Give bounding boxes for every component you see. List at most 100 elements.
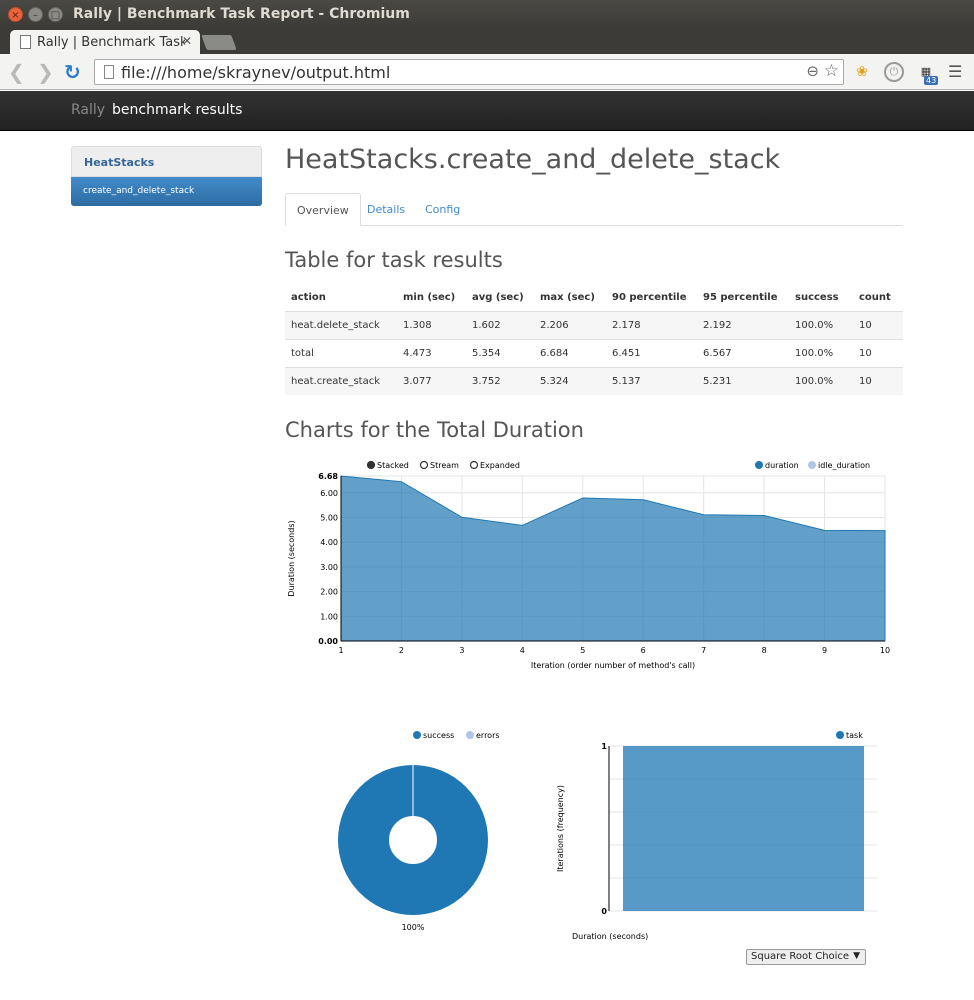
bookmark-star-icon[interactable]: ☆ bbox=[824, 61, 839, 81]
power-extension-icon[interactable]: ⏻ bbox=[884, 62, 904, 82]
table-cell: 1.308 bbox=[397, 310, 466, 339]
tab-config[interactable]: Config bbox=[414, 193, 471, 226]
area-legend-label: duration bbox=[765, 461, 799, 470]
dropdown-caret-icon: ▼ bbox=[853, 951, 860, 961]
address-bar[interactable]: file:///home/skraynev/output.html ⊖ ☆ bbox=[94, 59, 844, 85]
area-y-tick-label: 2.00 bbox=[320, 588, 338, 597]
pie-legend-label: success bbox=[423, 731, 454, 740]
area-legend-label: idle_duration bbox=[818, 461, 870, 470]
menu-icon[interactable]: ☰ bbox=[948, 62, 962, 81]
table-cell: heat.delete_stack bbox=[285, 310, 397, 339]
area-x-tick-label: 10 bbox=[880, 646, 890, 655]
table-cell: 1.602 bbox=[466, 310, 534, 339]
table-header-row: action min (sec) avg (sec) max (sec) 90 … bbox=[285, 284, 903, 312]
area-x-tick-label: 5 bbox=[580, 646, 585, 655]
paw-extension-icon[interactable]: ❀ bbox=[852, 62, 872, 82]
forward-arrow-icon[interactable]: ❯ bbox=[37, 60, 54, 84]
area-legend-swatch bbox=[755, 461, 763, 469]
back-arrow-icon[interactable]: ❮ bbox=[8, 60, 25, 84]
reload-icon[interactable]: ↻ bbox=[64, 60, 81, 84]
table-cell: 100.0% bbox=[789, 310, 853, 339]
area-y-tick-label: 0.00 bbox=[318, 637, 338, 646]
area-x-tick-label: 7 bbox=[701, 646, 706, 655]
table-cell: 2.178 bbox=[606, 310, 697, 339]
pie-slice-success bbox=[338, 765, 488, 915]
window-minimize-icon[interactable]: – bbox=[28, 7, 43, 22]
tab-overview[interactable]: Overview bbox=[285, 193, 361, 226]
table-cell: 6.684 bbox=[534, 338, 606, 367]
page-favicon-icon bbox=[20, 35, 31, 49]
results-table: action min (sec) avg (sec) max (sec) 90 … bbox=[285, 284, 903, 395]
area-x-tick-label: 4 bbox=[520, 646, 525, 655]
table-cell: 100.0% bbox=[789, 366, 853, 395]
table-cell: 2.206 bbox=[534, 310, 606, 339]
area-y-tick-label: 4.00 bbox=[320, 538, 338, 547]
area-control-label: Stream bbox=[430, 461, 459, 470]
table-cell: heat.create_stack bbox=[285, 366, 397, 395]
area-y-tick-label: 5.00 bbox=[320, 513, 338, 522]
table-cell: 5.324 bbox=[534, 366, 606, 395]
extension-badge: 43 bbox=[924, 76, 939, 85]
sidebar-item-create-and-delete-stack[interactable]: create_and_delete_stack bbox=[71, 177, 262, 206]
navbar-brand[interactable]: Rally bbox=[71, 102, 105, 118]
table-cell: 6.567 bbox=[697, 338, 789, 367]
area-x-tick-label: 8 bbox=[762, 646, 767, 655]
column-header: 90 percentile bbox=[606, 284, 697, 312]
page-navbar: Rally benchmark results bbox=[0, 91, 974, 131]
pie-legend-swatch bbox=[466, 731, 474, 739]
window-title: Rally | Benchmark Task Report - Chromium bbox=[73, 6, 410, 22]
histogram-method-select[interactable]: Square Root Choice ▼ bbox=[746, 949, 866, 965]
table-row: total 4.473 5.354 6.684 6.451 6.567 100.… bbox=[285, 338, 903, 367]
navbar-title: benchmark results bbox=[112, 102, 243, 118]
column-header: avg (sec) bbox=[466, 284, 534, 312]
table-cell: 3.077 bbox=[397, 366, 466, 395]
window-titlebar: × – □ Rally | Benchmark Task Report - Ch… bbox=[0, 0, 974, 28]
column-header: min (sec) bbox=[397, 284, 466, 312]
table-cell: 5.354 bbox=[466, 338, 534, 367]
window-maximize-icon[interactable]: □ bbox=[48, 7, 63, 22]
new-tab-button[interactable] bbox=[201, 35, 237, 50]
hist-y-axis-label: Iterations (frequency) bbox=[556, 785, 565, 872]
page-icon bbox=[104, 65, 114, 79]
area-x-tick-label: 6 bbox=[641, 646, 646, 655]
area-y-tick-label: 6.00 bbox=[320, 489, 338, 498]
table-cell: 2.192 bbox=[697, 310, 789, 339]
table-cell: 5.137 bbox=[606, 366, 697, 395]
table-cell: 6.451 bbox=[606, 338, 697, 367]
sidebar: HeatStacks create_and_delete_stack bbox=[71, 146, 262, 206]
column-header: max (sec) bbox=[534, 284, 606, 312]
table-cell: 4.473 bbox=[397, 338, 466, 367]
table-cell: 3.752 bbox=[466, 366, 534, 395]
area-control-radio-icon bbox=[366, 460, 376, 470]
page-title: HeatStacks.create_and_delete_stack bbox=[285, 144, 781, 175]
pie-legend-label: errors bbox=[476, 731, 500, 740]
area-control-label: Expanded bbox=[480, 461, 520, 470]
table-row: heat.create_stack 3.077 3.752 5.324 5.13… bbox=[285, 366, 903, 395]
window-close-icon[interactable]: × bbox=[8, 7, 23, 22]
charts-section-title: Charts for the Total Duration bbox=[285, 418, 584, 442]
tab-close-icon[interactable]: ✕ bbox=[182, 34, 192, 48]
zoom-icon[interactable]: ⊖ bbox=[806, 62, 819, 80]
pie-legend-swatch bbox=[413, 731, 421, 739]
area-control-radio-icon bbox=[419, 460, 429, 470]
table-cell: 5.231 bbox=[697, 366, 789, 395]
area-series-duration bbox=[340, 475, 886, 642]
column-header: success bbox=[789, 284, 853, 312]
hist-y-tick-label: 0 bbox=[601, 907, 607, 916]
browser-toolbar: ❮ ❯ ↻ file:///home/skraynev/output.html … bbox=[0, 54, 974, 90]
tab-details[interactable]: Details bbox=[356, 193, 416, 226]
area-y-tick-label: 3.00 bbox=[320, 563, 338, 572]
table-cell: 100.0% bbox=[789, 338, 853, 367]
table-row: heat.delete_stack 1.308 1.602 2.206 2.17… bbox=[285, 310, 903, 339]
hist-x-axis-label: Duration (seconds) bbox=[572, 932, 648, 941]
area-x-tick-label: 3 bbox=[459, 646, 464, 655]
task-tabs: Overview Details Config bbox=[285, 193, 903, 226]
browser-tab-title: Rally | Benchmark Task Report bbox=[37, 35, 185, 50]
area-y-axis-label: Duration (seconds) bbox=[287, 520, 296, 596]
url-text[interactable]: file:///home/skraynev/output.html bbox=[121, 63, 390, 82]
area-y-tick-label: 1.00 bbox=[320, 612, 338, 621]
area-control-label: Stacked bbox=[377, 461, 409, 470]
browser-tab[interactable]: Rally | Benchmark Task Report ✕ bbox=[10, 30, 200, 54]
sidebar-group-heatstacks[interactable]: HeatStacks bbox=[71, 146, 262, 177]
area-x-axis-label: Iteration (order number of method's call… bbox=[531, 661, 695, 670]
